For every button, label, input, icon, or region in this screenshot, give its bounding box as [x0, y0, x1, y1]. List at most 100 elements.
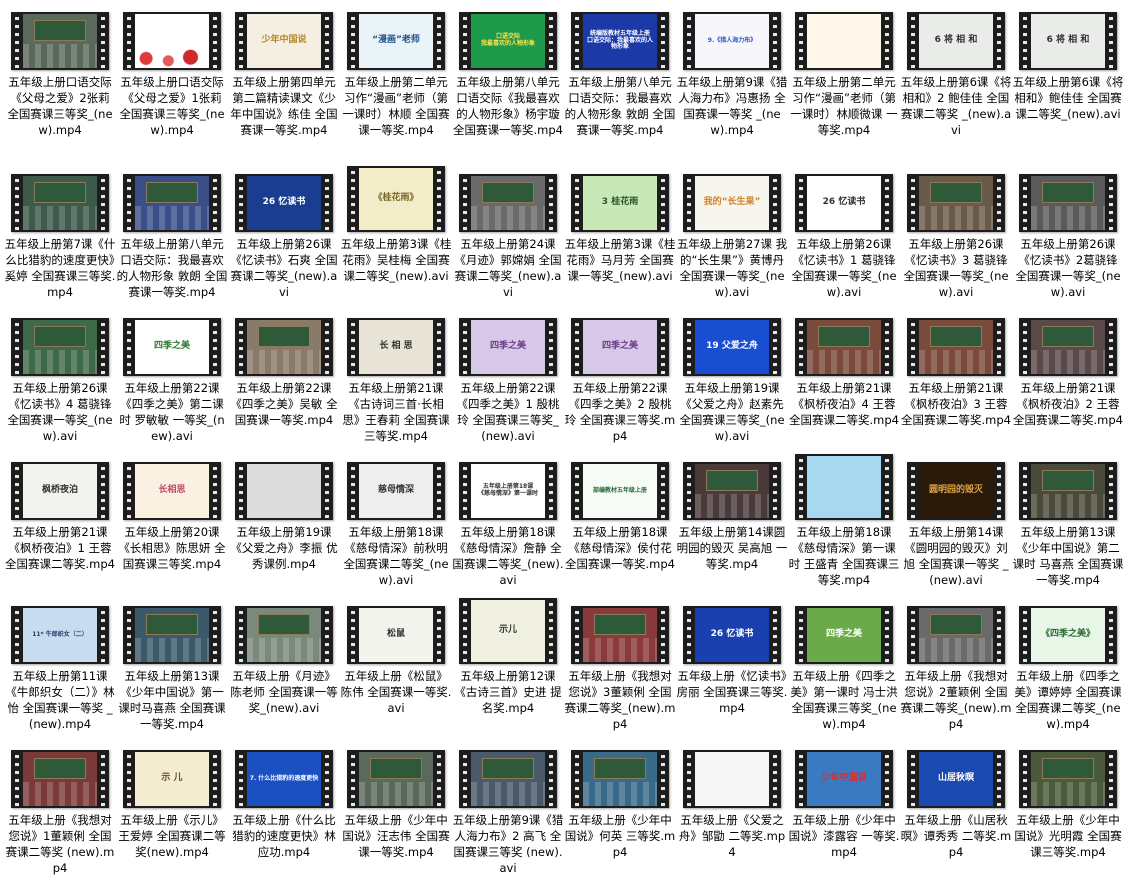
file-item[interactable]: 四季之美 五年级上册第22课《四季之美》1 殷桃玲 全国赛课三等奖_(new).a… — [452, 308, 564, 448]
classroom-board — [1042, 470, 1094, 491]
file-item[interactable]: 五年级上册第22课《四季之美》吴敏 全国赛课一等奖.mp4 — [228, 308, 340, 448]
video-thumbnail-frame — [4, 740, 116, 808]
file-item[interactable]: 示儿 五年级上册第12课《古诗三首》史进 提名奖.mp4 — [452, 596, 564, 736]
file-item[interactable]: 五年级上册《少年中国说》汪志伟 全国赛课一等奖.mp4 — [340, 740, 452, 880]
file-item[interactable]: 部编教材五年级上册 五年级上册第18课《慈母情深》侯付花 全国赛课一等奖.mp4 — [564, 452, 676, 592]
film-strip-icon: 松鼠 — [347, 606, 445, 664]
file-item[interactable]: 《四季之美》 五年级上册《四季之美》谭婷婷 全国赛课全国赛课二等奖_(new).m… — [1012, 596, 1124, 736]
file-item[interactable]: 五年级上册口语交际《父母之爱》1张莉 全国赛课三等奖_(new).mp4 — [116, 2, 228, 142]
file-name-label: 五年级上册第八单元口语交际《我最喜欢的人物形象》杨宇璇 全国赛课一等奖.mp4 — [453, 75, 563, 137]
file-item[interactable]: 统编版教材五年级上册 口语交际：我最喜欢的人物形象 五年级上册第八单元 口语交际：… — [564, 2, 676, 142]
file-item[interactable]: 五年级上册第26课《忆读书》2葛骁锋 全国赛课一等奖_(new).avi — [1012, 164, 1124, 304]
film-strip-icon: 四季之美 — [571, 318, 669, 376]
file-item[interactable]: 五年级上册第21课《枫桥夜泊》3 王蓉 全国赛课二等奖.mp4 — [900, 308, 1012, 448]
file-item[interactable]: 长相思 五年级上册第20课《长相思》陈思妍 全国赛课三等奖.mp4 — [116, 452, 228, 592]
video-thumbnail-frame: 示 儿 — [116, 740, 228, 808]
file-item[interactable]: 五年级上册《我想对您说》1董颖俐 全国赛课二等奖 (new).mp4 — [4, 740, 116, 880]
file-item[interactable]: 五年级上册第19课《父爱之舟》李振 优秀课例.mp4 — [228, 452, 340, 592]
file-item[interactable]: 五年级上册《父爱之舟》邹勖 二等奖.mp4 — [676, 740, 788, 880]
file-name-label: 五年级上册第20课《长相思》陈思妍 全国赛课三等奖.mp4 — [118, 525, 226, 571]
film-sprocket-holes — [993, 12, 1005, 70]
file-item[interactable]: 五年级上册《少年中国说》何英 三等奖.mp4 — [564, 740, 676, 880]
video-preview — [1031, 320, 1105, 374]
file-item[interactable]: 松鼠 五年级上册《松鼠》陈伟 全国赛课一等奖.avi — [340, 596, 452, 736]
file-item[interactable]: 五年级上册第18课 《慈母情深》第一课时 五年级上册第18课《慈母情深》詹静 全国… — [452, 452, 564, 592]
film-sprocket-holes — [97, 174, 109, 232]
file-item[interactable]: 圆明园的毁灭 五年级上册第14课《圆明园的毁灭》刘旭 全国赛课一等奖 _(new)… — [900, 452, 1012, 592]
file-item[interactable]: 五年级上册第7课《什么比猎豹的速度更快》奚婷 全国赛课三等奖.mp4 — [4, 164, 116, 304]
video-preview: 长 相 思 — [359, 320, 433, 374]
file-item[interactable]: 五年级上册第26课《忆读书》3 葛骁锋 全国赛课一等奖_(new).avi — [900, 164, 1012, 304]
film-sprocket-holes — [235, 12, 247, 70]
slide-title: 少年中国说 — [821, 773, 867, 784]
file-item[interactable]: 6 将 相 和五年级上册第6课《将相和》2 鲍佳佳 全国赛课二等奖 _(new)… — [900, 2, 1012, 142]
film-sprocket-holes — [97, 12, 109, 70]
file-item[interactable]: 山居秋暝 五年级上册《山居秋暝》谭秀秀 二等奖.mp4 — [900, 740, 1012, 880]
file-item[interactable]: 3 桂花雨 五年级上册第3课《桂花雨》马月芳 全国赛课一等奖_(new).avi — [564, 164, 676, 304]
file-item[interactable]: 五年级上册第24课《月迹》郭嫦娟 全国赛课二等奖_(new).avi — [452, 164, 564, 304]
file-name-label: 五年级上册口语交际《父母之爱》1张莉 全国赛课三等奖_(new).mp4 — [119, 75, 225, 137]
video-thumbnail-frame: 四季之美 — [116, 308, 228, 376]
file-item[interactable]: 五年级上册口语交际《父母之爱》2张莉 全国赛课三等奖_(new).mp4 — [4, 2, 116, 142]
file-name-label: 五年级上册第9课《猎人海力布》2 高飞 全国赛课三等奖 (new).avi — [452, 813, 564, 875]
classroom-board — [258, 614, 310, 635]
file-item[interactable]: 《桂花雨》 五年级上册第3课《桂花雨》吴桂梅 全国赛课二等奖_(new).avi — [340, 164, 452, 304]
classroom-desks — [359, 781, 433, 806]
film-sprocket-holes — [881, 454, 893, 520]
file-item[interactable]: 五年级上册《月迹》陈老师 全国赛课一等奖_(new).avi — [228, 596, 340, 736]
film-strip-icon — [795, 12, 893, 70]
file-item[interactable]: 9.《猎人海力布》 五年级上册第9课《猎人海力布》冯惠扬 全国赛课一等奖 _(ne… — [676, 2, 788, 142]
film-sprocket-holes — [683, 750, 695, 808]
video-thumbnail-frame: 9.《猎人海力布》 — [676, 2, 788, 70]
file-item[interactable]: 五年级上册第21课《枫桥夜泊》4 王蓉 全国赛课二等奖.mp4 — [788, 308, 900, 448]
file-item[interactable]: 慈母情深 五年级上册第18课《慈母情深》前秋明 全国赛课二等奖_(new).avi — [340, 452, 452, 592]
video-preview: 《桂花雨》 — [359, 168, 433, 230]
film-sprocket-holes — [347, 462, 359, 520]
file-item[interactable]: 五年级上册第八单元 口语交际：我最喜欢的人物形象 敦朗 全国赛课一等奖.mp4 — [116, 164, 228, 304]
file-item[interactable]: 四季之美 五年级上册第22课《四季之美》第二课时 罗敏敏 一等奖_(new).av… — [116, 308, 228, 448]
file-item[interactable]: 五年级上册《少年中国说》光明霞 全国赛课三等奖.mp4 — [1012, 740, 1124, 880]
file-item[interactable]: 我的“长生果” 五年级上册第27课 我的“长生果”》黄博丹 全国赛课一等奖_(ne… — [676, 164, 788, 304]
file-item[interactable]: 五年级上册第13课《少年中国说》第二课时 马喜燕 全国赛课一等奖.mp4 — [1012, 452, 1124, 592]
file-item[interactable]: 6 将 相 和五年级上册第6课《将相和》鲍佳佳 全国赛课二等奖_(new).av… — [1012, 2, 1124, 142]
file-item[interactable]: 四季之美 五年级上册《四季之美》第一课时 冯士洪 全国赛课三等奖_(new).mp… — [788, 596, 900, 736]
video-thumbnail-frame — [4, 164, 116, 232]
classroom-board — [818, 326, 870, 347]
file-item[interactable]: 长 相 思五年级上册第21课《古诗词三首·长相思》王春莉 全国赛课三等奖.mp4 — [340, 308, 452, 448]
file-name-label: 五年级上册第21课《枫桥夜泊》4 王蓉 全国赛课二等奖.mp4 — [789, 381, 899, 427]
file-item[interactable]: 五年级上册第13课《少年中国说》第一课时马喜燕 全国赛课一等奖.mp4 — [116, 596, 228, 736]
video-preview — [23, 176, 97, 230]
file-item[interactable]: 少年中国说 五年级上册第四单元第二篇精读课文《少年中国说》练佳 全国赛课一等奖.m… — [228, 2, 340, 142]
file-item[interactable]: 枫桥夜泊 五年级上册第21课《枫桥夜泊》1 王蓉 全国赛课二等奖.mp4 — [4, 452, 116, 592]
file-item[interactable]: 五年级上册第26课《忆读书》4 葛骁锋 全国赛课一等奖_(new).avi — [4, 308, 116, 448]
film-sprocket-holes — [571, 174, 583, 232]
file-item[interactable]: 五年级上册第二单元习作“漫画”老师（第一课时）林顺微课 一等奖.mp4 — [788, 2, 900, 142]
file-item[interactable]: 示 儿五年级上册《示儿》王爱婷 全国赛课二等奖(new).mp4 — [116, 740, 228, 880]
file-item[interactable]: 五年级上册第18课《慈母情深》第一课时 王盛青 全国赛课三等奖.mp4 — [788, 452, 900, 592]
file-item[interactable]: 少年中国说 五年级上册《少年中国说》漆露容 一等奖.mp4 — [788, 740, 900, 880]
file-name-label: 五年级上册第12课《古诗三首》史进 提名奖.mp4 — [454, 669, 562, 715]
file-item[interactable]: 19 父爱之舟 五年级上册第19课《父爱之舟》赵素先 全国赛课三等奖_(new).… — [676, 308, 788, 448]
file-item[interactable]: 26 忆读书 五年级上册《忆读书》房丽 全国赛课三等奖.mp4 — [676, 596, 788, 736]
file-item[interactable]: 26 忆读书 五年级上册第26课《忆读书》1 葛骁锋 全国赛课一等奖_(new).… — [788, 164, 900, 304]
film-sprocket-holes — [545, 12, 557, 70]
file-item[interactable]: 口语交际 我最喜欢的人物形象 五年级上册第八单元口语交际《我最喜欢的人物形象》杨宇… — [452, 2, 564, 142]
file-item[interactable]: 五年级上册第14课圆明园的毁灭 吴高旭 一等奖.mp4 — [676, 452, 788, 592]
slide-title: 部编教材五年级上册 — [592, 486, 647, 494]
film-sprocket-holes — [657, 606, 669, 664]
file-item[interactable]: “漫画”老师 五年级上册第二单元习作“漫画”老师（第一课时）林顺 全国赛课一等奖.… — [340, 2, 452, 142]
file-item[interactable]: 五年级上册第21课《枫桥夜泊》2 王蓉 全国赛课二等奖.mp4 — [1012, 308, 1124, 448]
file-name-label: 五年级上册第26课《忆读书》2葛骁锋 全国赛课一等奖_(new).avi — [1015, 237, 1121, 299]
file-item[interactable]: 五年级上册《我想对您说》2董颖俐 全国赛课二等奖_(new).mp4 — [900, 596, 1012, 736]
video-thumbnail-frame — [116, 164, 228, 232]
film-sprocket-holes — [347, 750, 359, 808]
file-item[interactable]: 五年级上册《我想对您说》3董颖俐 全国赛课二等奖_(new).mp4 — [564, 596, 676, 736]
file-name-label: 五年级上册第26课《忆读书》石爽 全国赛课二等奖_(new).avi — [230, 237, 338, 299]
file-item[interactable]: 7. 什么比猎豹的速度更快 五年级上册《什么比猎豹的速度更快》林应功.mp4 — [228, 740, 340, 880]
video-thumbnail-frame — [900, 596, 1012, 664]
file-item[interactable]: 四季之美 五年级上册第22课《四季之美》2 殷桃玲 全国赛课三等奖.mp4 — [564, 308, 676, 448]
slide-title: 9.《猎人海力布》 — [707, 36, 757, 44]
file-item[interactable]: 26 忆读书 五年级上册第26课《忆读书》石爽 全国赛课二等奖_(new).avi — [228, 164, 340, 304]
file-item[interactable]: 五年级上册第9课《猎人海力布》2 高飞 全国赛课三等奖 (new).avi — [452, 740, 564, 880]
file-item[interactable]: 11* 牛郎织女（二） 五年级上册第11课《牛郎织女（二）》林怡 全国赛课一等奖 … — [4, 596, 116, 736]
